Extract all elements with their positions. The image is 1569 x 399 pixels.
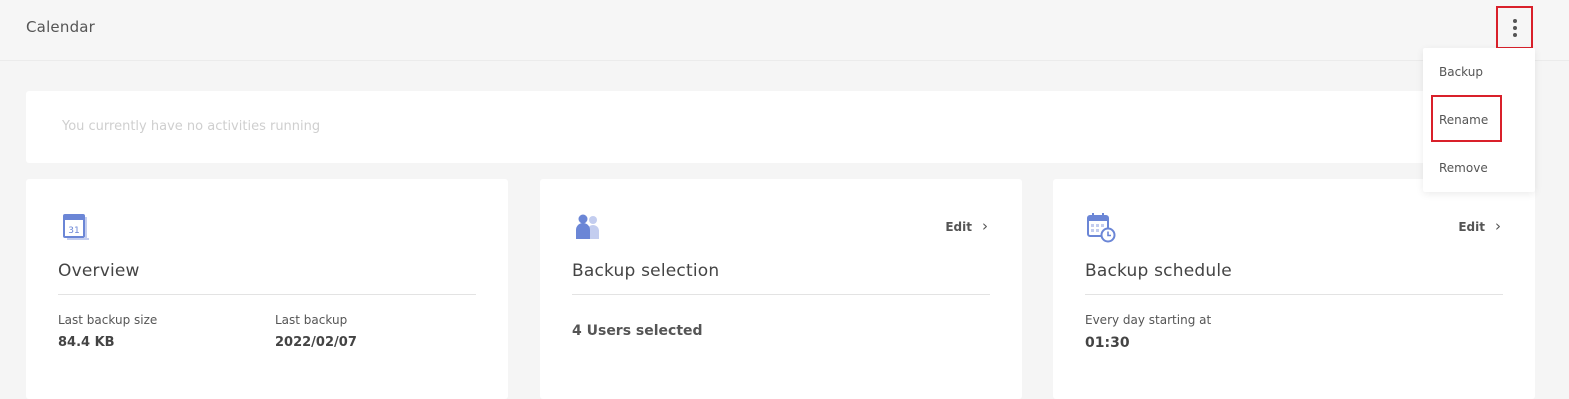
edit-label: Edit	[945, 219, 972, 234]
menu-item-rename[interactable]: Rename	[1439, 113, 1488, 127]
calendar-day-number: 31	[68, 226, 79, 236]
edit-schedule-link[interactable]: Edit ›	[1458, 219, 1501, 234]
users-selected-summary: 4 Users selected	[572, 323, 703, 339]
backup-schedule-title: Backup schedule	[1085, 261, 1232, 281]
menu-item-remove[interactable]: Remove	[1439, 161, 1488, 175]
last-backup-label: Last backup	[275, 313, 348, 327]
calendar-31-icon: 31	[58, 211, 90, 243]
edit-label: Edit	[1458, 219, 1485, 234]
last-backup-size-value: 84.4 KB	[58, 335, 115, 350]
schedule-time-value: 01:30	[1085, 335, 1130, 351]
vertical-ellipsis-icon	[1512, 18, 1517, 37]
backup-selection-title: Backup selection	[572, 261, 720, 281]
users-icon	[572, 211, 604, 243]
backup-selection-card: Edit › Backup selection 4 Users selected	[540, 179, 1022, 399]
page-title: Calendar	[26, 18, 96, 36]
activity-panel: You currently have no activities running	[26, 91, 1534, 163]
chevron-right-icon: ›	[1495, 217, 1501, 235]
divider	[58, 294, 476, 295]
calendar-clock-icon	[1085, 211, 1117, 243]
activity-status-text: You currently have no activities running	[62, 119, 321, 134]
overview-card: 31 Overview Last backup size 84.4 KB Las…	[26, 179, 508, 399]
divider	[572, 294, 990, 295]
last-backup-size-label: Last backup size	[58, 313, 158, 327]
menu-item-backup[interactable]: Backup	[1439, 65, 1483, 79]
chevron-right-icon: ›	[982, 217, 988, 235]
edit-selection-link[interactable]: Edit ›	[945, 219, 988, 234]
more-options-menu: Backup Rename Remove	[1423, 48, 1535, 192]
backup-schedule-card: Edit › Backup schedule Every day startin…	[1053, 179, 1535, 399]
schedule-frequency-label: Every day starting at	[1085, 313, 1212, 327]
overview-title: Overview	[58, 261, 140, 281]
more-options-button[interactable]	[1496, 6, 1533, 49]
divider	[1085, 294, 1503, 295]
last-backup-value: 2022/02/07	[275, 335, 357, 350]
top-bar: Calendar	[0, 0, 1569, 61]
